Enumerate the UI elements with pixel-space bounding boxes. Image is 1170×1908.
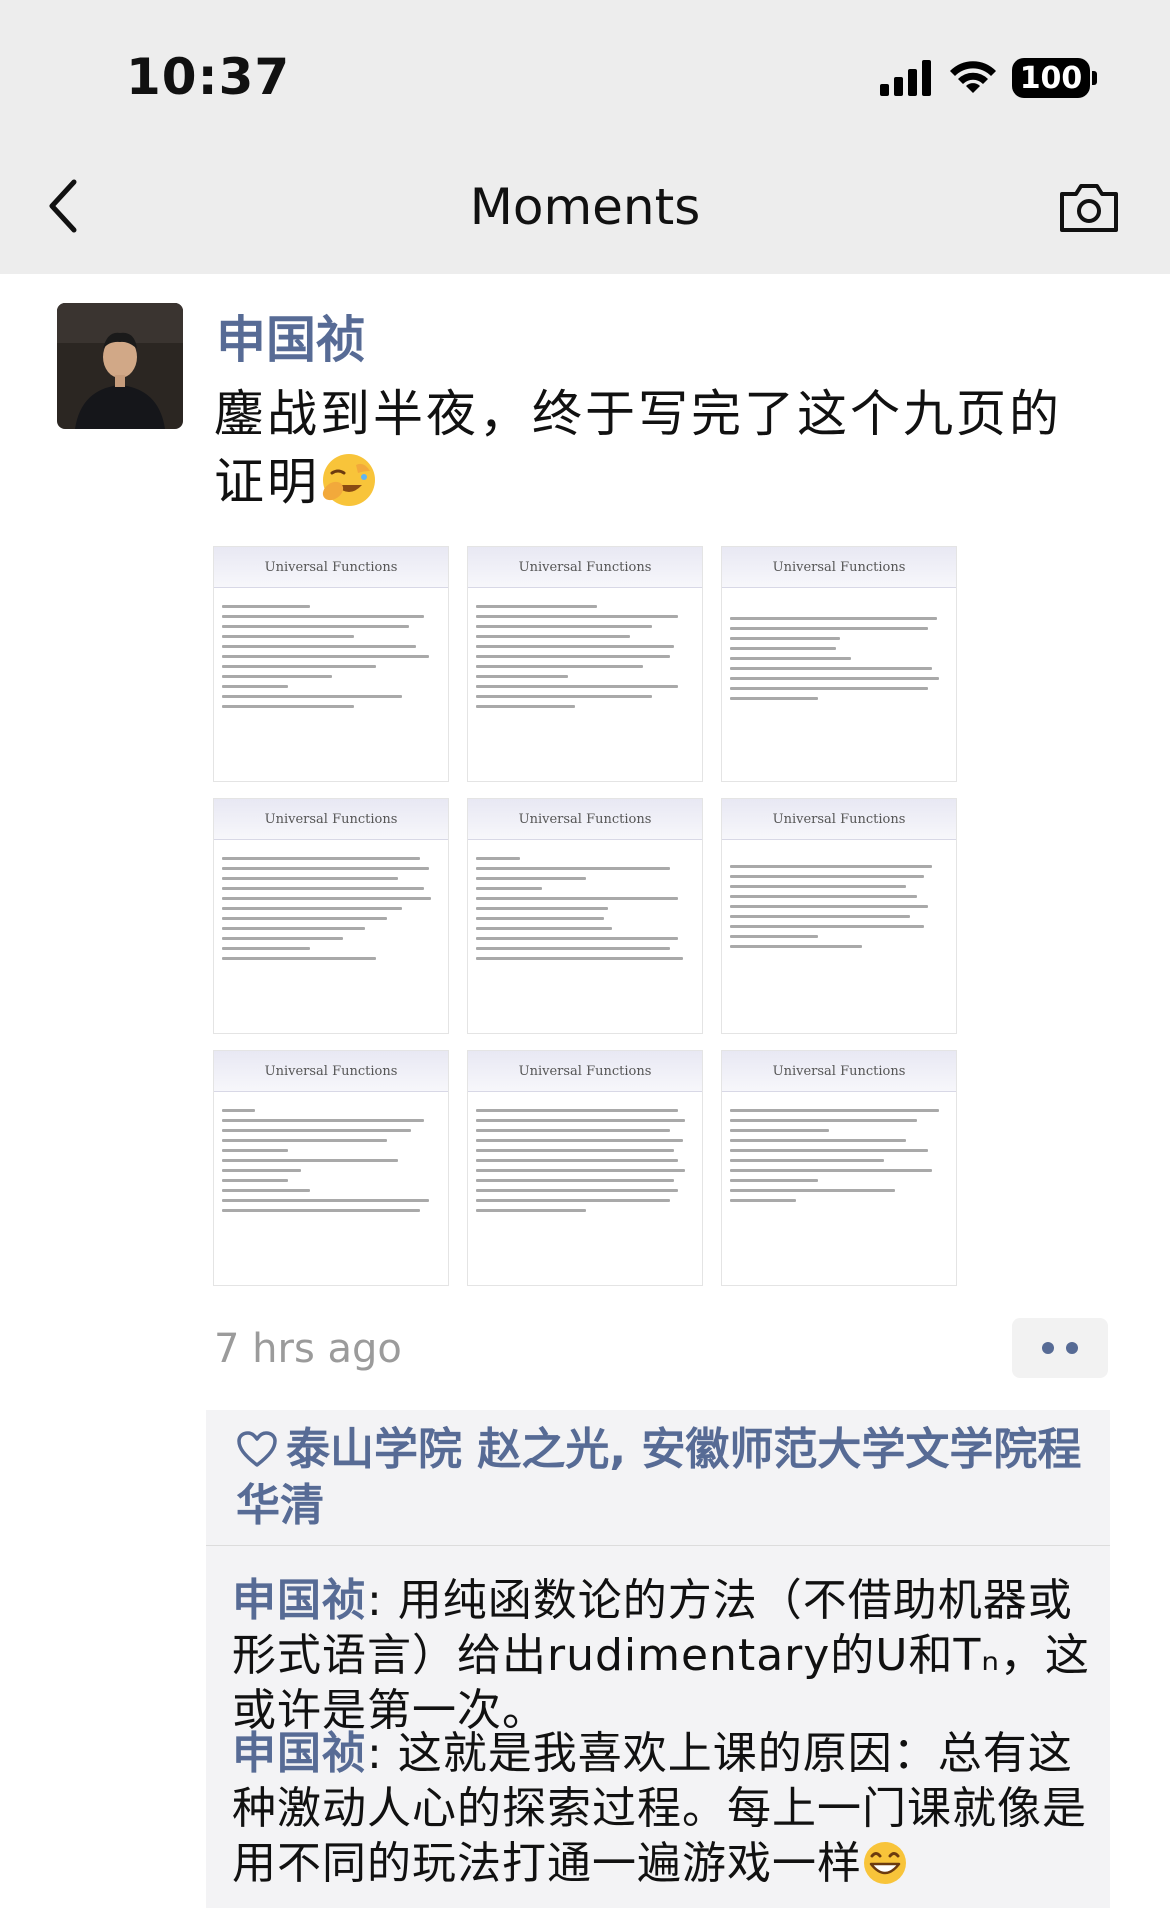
post-image[interactable]: Universal Functions <box>721 546 957 782</box>
more-dots-icon[interactable] <box>1012 1318 1108 1378</box>
comment[interactable]: 申国祯: 这就是我喜欢上课的原因：总有这种激动人心的探索过程。每上一门课就像是用… <box>232 1726 1102 1891</box>
post-image-grid: Universal Functions Universal Functions … <box>213 546 957 1286</box>
comment-author[interactable]: 申国祯 <box>232 1728 367 1779</box>
heart-outline-icon <box>237 1431 277 1467</box>
comment-author[interactable]: 申国祯 <box>232 1575 367 1626</box>
post-image[interactable]: Universal Functions <box>213 1050 449 1286</box>
page-title: Moments <box>469 178 701 236</box>
post-text: 鏖战到半夜，终于写完了这个九页的证明 <box>214 380 1114 516</box>
post-timestamp: 7 hrs ago <box>214 1326 402 1372</box>
post-image[interactable]: Universal Functions <box>467 546 703 782</box>
grinning-emoji <box>864 1842 906 1884</box>
post-image[interactable]: Universal Functions <box>213 546 449 782</box>
likes-names: 泰山学院 赵之光, 安徽师范大学文学院程华清 <box>236 1424 1082 1531</box>
post-image[interactable]: Universal Functions <box>467 798 703 1034</box>
status-time: 10:37 <box>126 48 291 106</box>
facepalm-laugh-emoji <box>322 454 375 506</box>
wifi-icon <box>950 61 996 93</box>
post-image[interactable]: Universal Functions <box>721 1050 957 1286</box>
top-bar: 10:37 100 Moments <box>0 0 1170 274</box>
comment[interactable]: 申国祯: 用纯函数论的方法（不借助机器或形式语言）给出rudimentary的U… <box>232 1573 1102 1738</box>
post-image[interactable]: Universal Functions <box>467 1050 703 1286</box>
divider <box>206 1545 1110 1546</box>
status-icons: 100 <box>880 56 1097 100</box>
camera-icon[interactable] <box>1056 180 1122 236</box>
post-author[interactable]: 申国祯 <box>216 300 366 372</box>
battery-indicator: 100 <box>1012 58 1097 98</box>
post-image[interactable]: Universal Functions <box>213 798 449 1034</box>
likes-row[interactable]: 泰山学院 赵之光, 安徽师范大学文学院程华清 <box>236 1422 1096 1534</box>
likes-comments-panel: 泰山学院 赵之光, 安徽师范大学文学院程华清 申国祯: 用纯函数论的方法（不借助… <box>206 1410 1110 1908</box>
avatar[interactable] <box>57 303 183 429</box>
signal-icon <box>880 60 931 96</box>
post-image[interactable]: Universal Functions <box>721 798 957 1034</box>
